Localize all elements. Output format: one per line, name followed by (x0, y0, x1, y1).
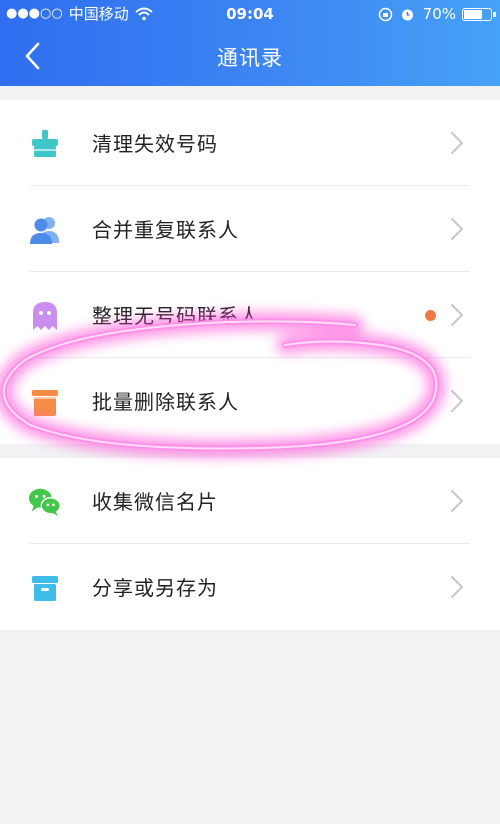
ghost-icon (28, 299, 62, 333)
archive-box-icon (28, 571, 62, 605)
tools-group-primary: 清理失效号码 合并重复联系人 整理无号码联系人 批量删除联系人 (0, 100, 500, 444)
page-title: 通讯录 (217, 46, 283, 70)
menu-item-merge-duplicates[interactable]: 合并重复联系人 (0, 186, 500, 272)
menu-item-organize-no-number[interactable]: 整理无号码联系人 (0, 272, 500, 358)
header: ●●●○○ 中国移动 09:04 70% 通讯录 (0, 0, 500, 86)
notification-dot (425, 310, 436, 321)
menu-item-label: 合并重复联系人 (92, 218, 239, 242)
menu-item-clean-invalid-numbers[interactable]: 清理失效号码 (0, 100, 500, 186)
menu-item-label: 清理失效号码 (92, 132, 218, 156)
status-right: 70% (378, 0, 496, 28)
battery-percent: 70% (422, 5, 456, 23)
chevron-right-icon (451, 390, 464, 412)
menu-item-label: 收集微信名片 (92, 490, 218, 514)
chevron-right-icon (451, 218, 464, 240)
alarm-icon (401, 9, 413, 20)
battery-fill (464, 9, 482, 19)
chevron-right-icon (451, 576, 464, 598)
menu-item-collect-wechat-cards[interactable]: 收集微信名片 (0, 458, 500, 544)
wechat-icon (28, 485, 62, 519)
battery-icon (462, 7, 496, 21)
chevron-right-icon (451, 304, 464, 326)
menu-item-label: 整理无号码联系人 (92, 304, 260, 328)
menu-item-label: 分享或另存为 (92, 576, 218, 600)
menu-item-batch-delete[interactable]: 批量删除联系人 (0, 358, 500, 444)
tools-group-secondary: 收集微信名片 分享或另存为 (0, 458, 500, 630)
menu-item-label: 批量删除联系人 (92, 390, 239, 414)
trash-icon (28, 385, 62, 419)
orientation-lock-icon (378, 7, 392, 21)
contacts-tools-screen: ●●●○○ 中国移动 09:04 70% 通讯录 清理失效号码 合并重复联系人 … (0, 0, 500, 824)
status-bar: ●●●○○ 中国移动 09:04 70% (0, 0, 500, 28)
chevron-right-icon (451, 490, 464, 512)
contacts-icon (28, 213, 62, 247)
chevron-right-icon (451, 132, 464, 154)
menu-item-share-or-save[interactable]: 分享或另存为 (0, 544, 500, 630)
nav-bar: 通讯录 (0, 28, 500, 86)
broom-icon (28, 127, 62, 161)
